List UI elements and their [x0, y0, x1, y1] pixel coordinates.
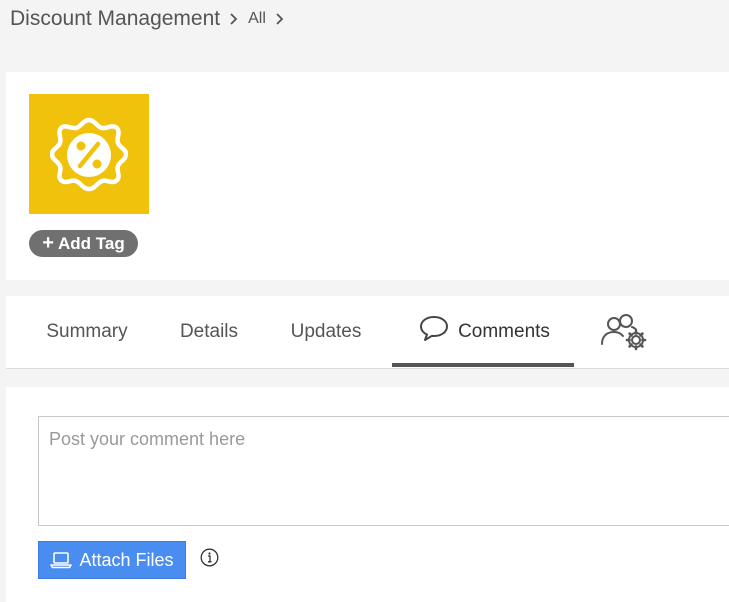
- tab-updates[interactable]: Updates: [276, 296, 376, 368]
- tab-team-settings[interactable]: [594, 296, 654, 368]
- attach-files-label: Attach Files: [79, 549, 174, 570]
- breadcrumb: Discount Management All: [10, 4, 288, 34]
- add-tag-button[interactable]: + Add Tag: [29, 230, 138, 257]
- tab-bar: Summary Details Updates Comments: [6, 296, 729, 369]
- plus-icon: +: [42, 231, 54, 254]
- chevron-right-icon: [226, 11, 242, 27]
- record-header: + Add Tag: [6, 72, 729, 280]
- comment-input[interactable]: Post your comment here: [38, 416, 729, 526]
- comment-placeholder: Post your comment here: [49, 429, 246, 449]
- chevron-right-icon: [272, 11, 288, 27]
- tab-summary[interactable]: Summary: [28, 296, 146, 368]
- tab-comments[interactable]: Comments: [404, 296, 564, 368]
- tab-label: Summary: [46, 321, 128, 342]
- attach-files-button[interactable]: Attach Files: [38, 541, 186, 579]
- record-logo: [29, 94, 149, 214]
- laptop-icon: [50, 552, 73, 569]
- tab-label: Details: [179, 321, 239, 342]
- tab-label: Updates: [290, 321, 362, 342]
- comment-panel: Post your comment here Attach Files: [6, 387, 729, 602]
- active-tab-indicator: [392, 363, 574, 367]
- breadcrumb-sub[interactable]: All: [248, 10, 266, 28]
- breadcrumb-title[interactable]: Discount Management: [10, 7, 220, 31]
- add-tag-label: Add Tag: [57, 233, 125, 253]
- speech-bubble-icon: [418, 314, 450, 342]
- users-settings-icon: [601, 314, 647, 351]
- discount-badge-icon: [50, 117, 128, 192]
- info-icon[interactable]: [200, 548, 219, 567]
- tab-details[interactable]: Details: [168, 296, 250, 368]
- tab-label: Comments: [458, 321, 550, 342]
